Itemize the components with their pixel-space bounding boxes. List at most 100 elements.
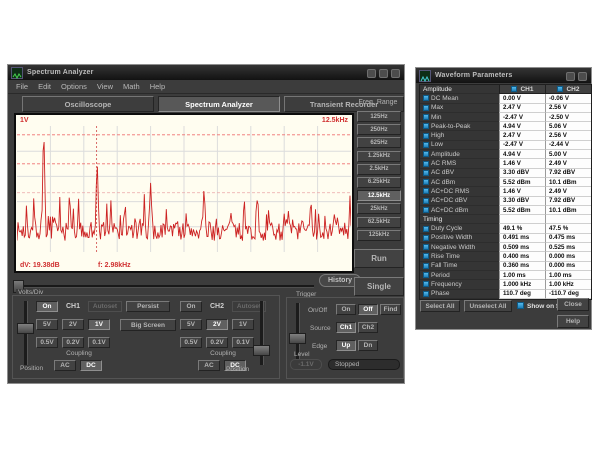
param-row-high[interactable]: High (420, 131, 499, 140)
spectrum-plot[interactable]: 1V 12.5kHz dV: 19.38dB f: 2.98kHz (14, 113, 354, 273)
ch2-scale-1v[interactable]: 1V (232, 319, 254, 330)
param-row-low[interactable]: Low (420, 141, 499, 150)
ch1-coupling-ac[interactable]: AC (54, 360, 76, 371)
ch1-on-button[interactable]: On (36, 301, 58, 312)
unselect-all-button[interactable]: Unselect All (464, 300, 512, 312)
tab-oscilloscope[interactable]: Oscilloscope (22, 96, 154, 112)
param-row-ac-dc-dbv[interactable]: AC+DC dBV (420, 197, 499, 206)
single-button[interactable]: Single (354, 277, 404, 296)
close-button[interactable] (391, 69, 400, 78)
param-row-dc-mean[interactable]: DC Mean (420, 94, 499, 103)
param-header-ch1-checkbox-icon[interactable] (511, 86, 517, 92)
param-row-low-checkbox-icon[interactable] (423, 142, 429, 148)
param-header-ch1[interactable]: CH1 (499, 85, 545, 94)
ch1-scale-0-2v[interactable]: 0.2V (62, 337, 84, 348)
ch2-coupling-ac[interactable]: AC (198, 360, 220, 371)
params-close-button[interactable] (578, 72, 587, 81)
trigger-level-value[interactable]: -1.1V (290, 359, 322, 370)
param-row-positive-width-checkbox-icon[interactable] (423, 235, 429, 241)
select-all-button[interactable]: Select All (420, 300, 460, 312)
ch1-position-slider-handle[interactable] (17, 323, 34, 334)
param-row-ac-dbm-checkbox-icon[interactable] (423, 179, 429, 185)
params-help-button[interactable]: Help (557, 315, 589, 328)
plot-scrollbar-track[interactable] (20, 285, 314, 288)
trigger-find-button[interactable]: Find (380, 304, 401, 315)
param-row-min-checkbox-icon[interactable] (423, 114, 429, 120)
param-row-max[interactable]: Max (420, 104, 499, 113)
freq-range-250hz[interactable]: 250Hz (357, 124, 401, 135)
param-row-phase[interactable]: Phase (420, 290, 499, 299)
param-row-min[interactable]: Min (420, 113, 499, 122)
param-header-ch2-checkbox-icon[interactable] (557, 86, 563, 92)
ch2-position-slider-handle[interactable] (253, 345, 270, 356)
freq-range-125hz[interactable]: 125Hz (357, 111, 401, 122)
freq-range-12-5khz[interactable]: 12.5kHz (357, 190, 401, 201)
menu-item-view[interactable]: View (97, 82, 113, 91)
ch1-scale-2v[interactable]: 2V (62, 319, 84, 330)
freq-range-62-5khz[interactable]: 62.5kHz (357, 217, 401, 228)
menu-item-edit[interactable]: Edit (38, 82, 51, 91)
ch1-coupling-dc[interactable]: DC (80, 360, 102, 371)
freq-range-625hz[interactable]: 625Hz (357, 137, 401, 148)
ch2-scale-0-2v[interactable]: 0.2V (206, 337, 228, 348)
trigger-onoff-off[interactable]: Off (358, 304, 378, 315)
param-row-amplitude[interactable]: Amplitude (420, 150, 499, 159)
param-row-ac-dbv-checkbox-icon[interactable] (423, 170, 429, 176)
ch2-on-button[interactable]: On (180, 301, 202, 312)
param-row-frequency[interactable]: Frequency (420, 280, 499, 289)
show-on-screen-checkbox[interactable] (517, 302, 524, 309)
menu-item-help[interactable]: Help (150, 82, 165, 91)
param-row-rise-time[interactable]: Rise Time (420, 252, 499, 261)
persist-button[interactable]: Persist (126, 301, 170, 312)
param-row-amplitude-checkbox-icon[interactable] (423, 151, 429, 157)
ch1-scale-1v[interactable]: 1V (88, 319, 110, 330)
param-row-ac-dc-dbv-checkbox-icon[interactable] (423, 198, 429, 204)
run-button[interactable]: Run (354, 249, 404, 268)
freq-range-6-25khz[interactable]: 6.25kHz (357, 177, 401, 188)
param-row-max-checkbox-icon[interactable] (423, 105, 429, 111)
ch1-autoset-button[interactable]: Autoset (88, 301, 122, 312)
spectrum-plot-svg[interactable] (17, 126, 351, 252)
param-row-ac-dc-dbm[interactable]: AC+DC dBm (420, 206, 499, 215)
ch1-scale-0-1v[interactable]: 0.1V (88, 337, 110, 348)
param-row-negative-width-checkbox-icon[interactable] (423, 244, 429, 250)
tab-spectrum-analyzer[interactable]: Spectrum Analyzer (158, 96, 280, 112)
param-row-positive-width[interactable]: Positive Width (420, 234, 499, 243)
param-row-period[interactable]: Period (420, 271, 499, 280)
params-close-action-button[interactable]: Close (557, 298, 589, 311)
ch2-scale-0-5v[interactable]: 0.5V (180, 337, 202, 348)
param-row-fall-time[interactable]: Fall Time (420, 262, 499, 271)
trigger-source-ch2[interactable]: Ch2 (358, 322, 378, 333)
spectrum-titlebar[interactable]: Spectrum Analyzer (8, 65, 404, 80)
menu-item-file[interactable]: File (16, 82, 28, 91)
param-row-ac-dc-rms[interactable]: AC+DC RMS (420, 187, 499, 196)
trigger-onoff-on[interactable]: On (336, 304, 356, 315)
param-row-dc-mean-checkbox-icon[interactable] (423, 95, 429, 101)
param-row-period-checkbox-icon[interactable] (423, 272, 429, 278)
freq-range-2-5khz[interactable]: 2.5kHz (357, 164, 401, 175)
big-screen-button[interactable]: Big Screen (120, 319, 176, 331)
param-row-fall-time-checkbox-icon[interactable] (423, 263, 429, 269)
trigger-edge-dn[interactable]: Dn (358, 340, 378, 351)
trigger-edge-up[interactable]: Up (336, 340, 356, 351)
freq-range-25khz[interactable]: 25kHz (357, 203, 401, 214)
params-titlebar[interactable]: Waveform Parameters (416, 68, 591, 83)
param-row-ac-dc-rms-checkbox-icon[interactable] (423, 188, 429, 194)
ch2-scale-5v[interactable]: 5V (180, 319, 202, 330)
param-header-ch2[interactable]: CH2 (545, 85, 591, 94)
trigger-level-slider-handle[interactable] (289, 333, 306, 344)
ch1-scale-5v[interactable]: 5V (36, 319, 58, 330)
param-row-high-checkbox-icon[interactable] (423, 133, 429, 139)
param-row-ac-dbm[interactable]: AC dBm (420, 178, 499, 187)
minimize-button[interactable] (367, 69, 376, 78)
param-row-duty-cycle[interactable]: Duty Cycle (420, 224, 499, 233)
trigger-source-ch1[interactable]: Ch1 (336, 322, 356, 333)
ch2-scale-2v[interactable]: 2V (206, 319, 228, 330)
param-row-duty-cycle-checkbox-icon[interactable] (423, 226, 429, 232)
ch1-scale-0-5v[interactable]: 0.5V (36, 337, 58, 348)
maximize-button[interactable] (379, 69, 388, 78)
params-minimize-button[interactable] (566, 72, 575, 81)
menu-item-math[interactable]: Math (123, 82, 140, 91)
freq-range-125khz[interactable]: 125kHz (357, 230, 401, 241)
ch2-scale-0-1v[interactable]: 0.1V (232, 337, 254, 348)
